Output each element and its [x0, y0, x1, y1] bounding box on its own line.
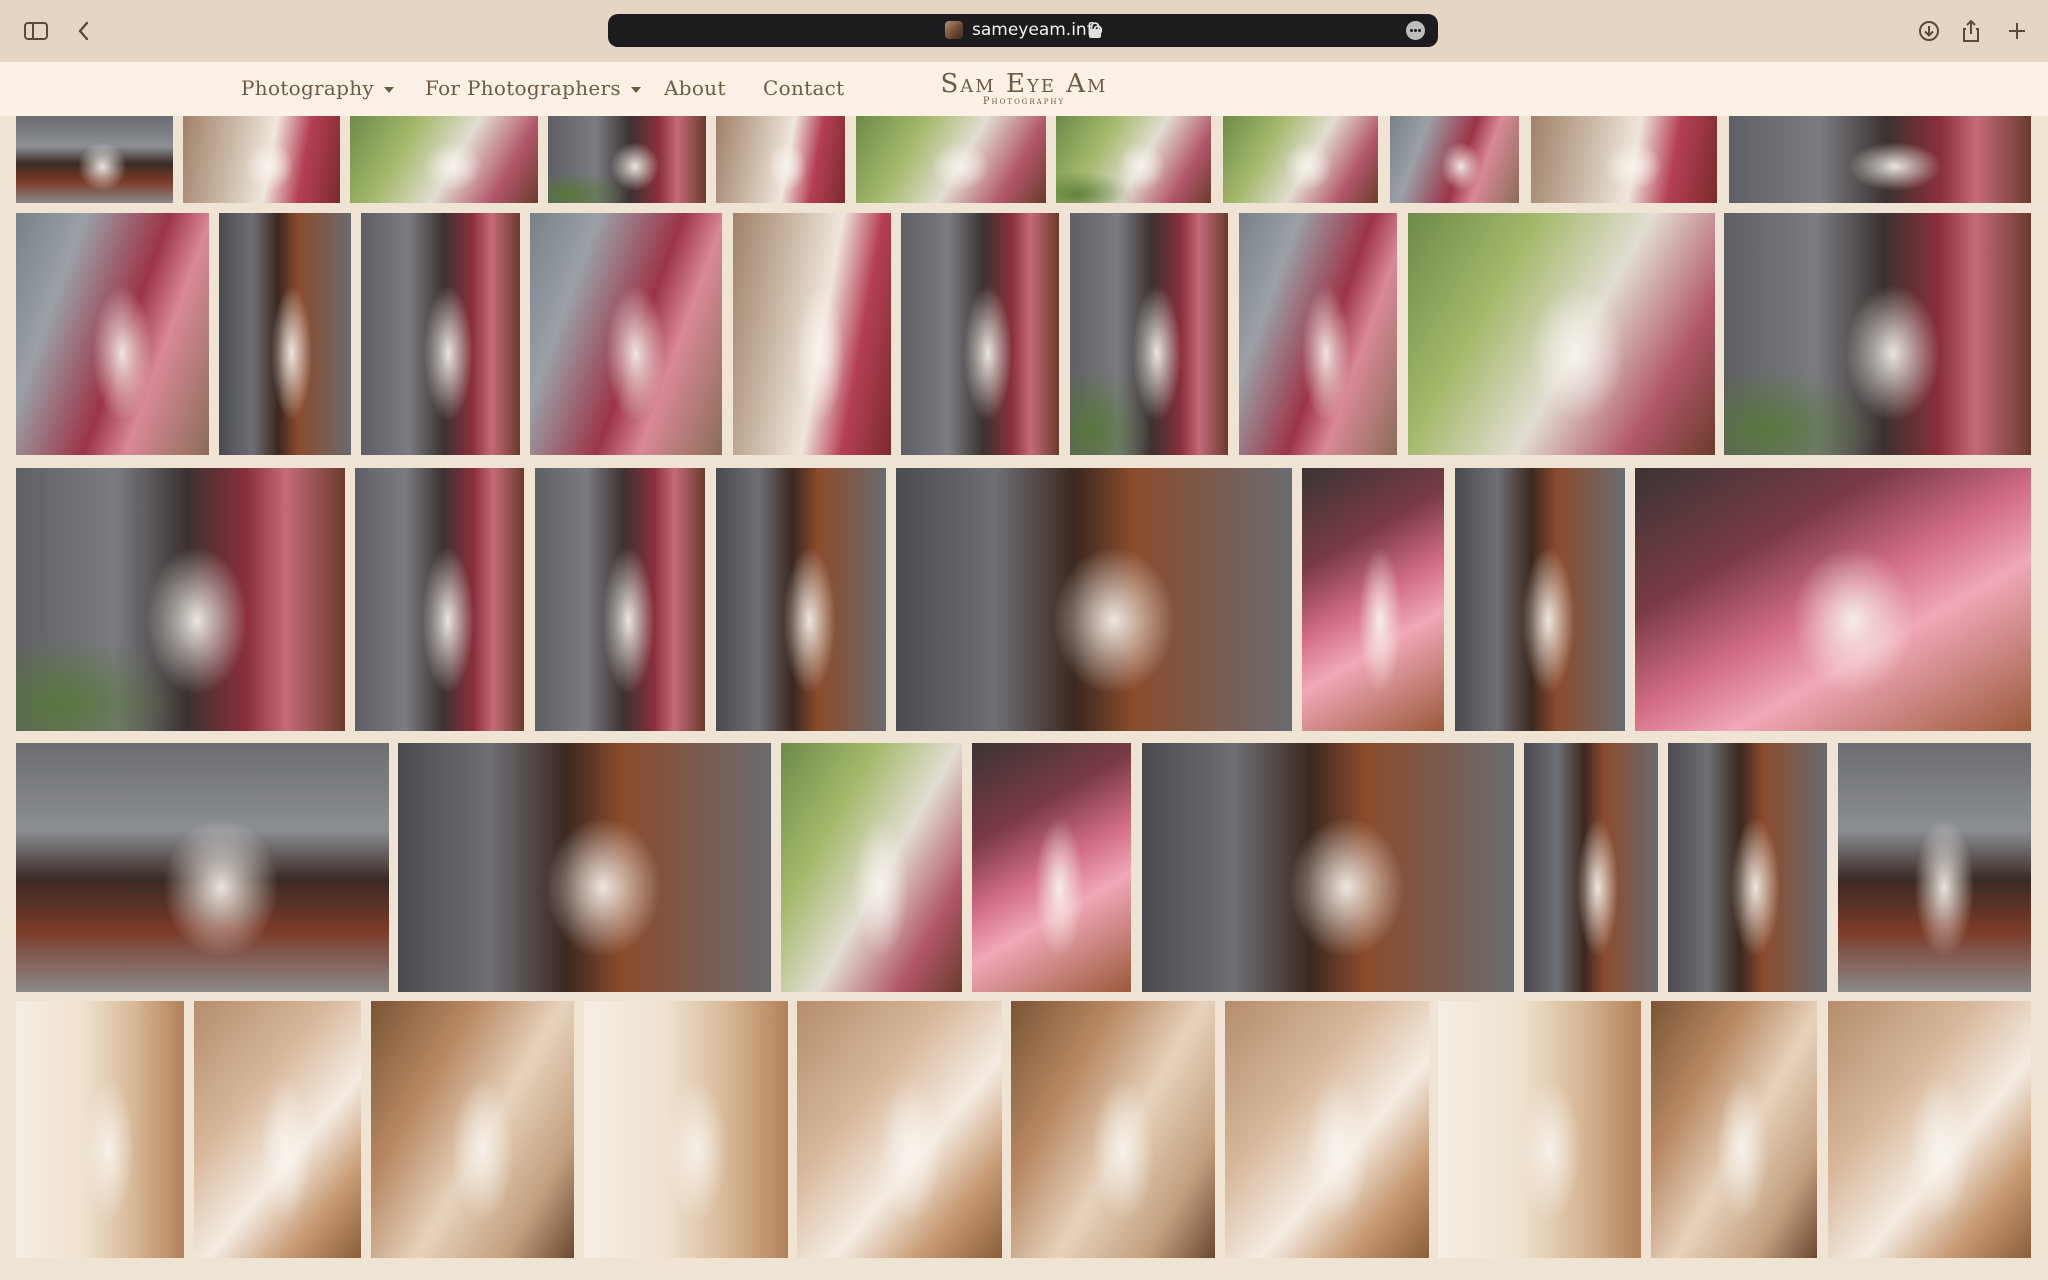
gallery-photo[interactable] [530, 213, 722, 455]
site-logo[interactable]: Sam Eye Am Photography [920, 69, 1128, 107]
gallery-photo[interactable] [972, 743, 1131, 992]
more-icon[interactable] [1406, 21, 1425, 40]
gallery-photo[interactable] [1223, 116, 1378, 203]
gallery-photo[interactable] [371, 1001, 574, 1258]
share-icon[interactable] [1957, 17, 1985, 45]
gallery-photo[interactable] [1651, 1001, 1817, 1258]
gallery-photo[interactable] [896, 468, 1292, 731]
gallery-photo[interactable] [194, 1001, 361, 1258]
gallery-photo[interactable] [1070, 213, 1228, 455]
caret-down-icon [384, 86, 395, 93]
caret-down-icon [630, 86, 641, 93]
gallery-photo[interactable] [856, 116, 1046, 203]
gallery-photo[interactable] [716, 468, 886, 731]
gallery-photo[interactable] [1225, 1001, 1429, 1258]
url-text: sameyeam.info [972, 20, 1104, 40]
logo-title: Sam Eye Am [940, 69, 1108, 99]
gallery-photo[interactable] [16, 743, 389, 992]
gallery-photo[interactable] [1302, 468, 1444, 731]
nav-for-photographers-label: For Photographers [425, 76, 621, 100]
nav-contact[interactable]: Contact [763, 76, 845, 100]
gallery-photo[interactable] [1142, 743, 1514, 992]
gallery-photo[interactable] [16, 1001, 184, 1258]
nav-about[interactable]: About [664, 76, 726, 100]
gallery-photo[interactable] [1390, 116, 1519, 203]
nav-for-photographers[interactable]: For Photographers [425, 76, 641, 100]
gallery-photo[interactable] [584, 1001, 788, 1258]
nav-photography[interactable]: Photography [241, 76, 395, 100]
nav-photography-label: Photography [241, 76, 375, 100]
gallery-photo[interactable] [361, 213, 520, 455]
gallery-photo[interactable] [733, 213, 891, 455]
gallery-photo[interactable] [1729, 116, 2031, 203]
gallery-photo[interactable] [1524, 743, 1658, 992]
gallery-photo[interactable] [1635, 468, 2031, 731]
back-arrow-icon[interactable] [70, 17, 98, 45]
gallery-photo[interactable] [16, 213, 209, 455]
plus-icon[interactable] [2003, 17, 2031, 45]
gallery-photo[interactable] [1408, 213, 1715, 455]
gallery-photo[interactable] [398, 743, 771, 992]
gallery-photo[interactable] [797, 1001, 1002, 1258]
gallery-photo[interactable] [16, 116, 173, 203]
gallery-photo[interactable] [1438, 1001, 1641, 1258]
gallery-photo[interactable] [901, 213, 1059, 455]
gallery-photo[interactable] [535, 468, 705, 731]
download-icon[interactable] [1915, 17, 1943, 45]
site-navigation: Photography For Photographers About Cont… [0, 62, 2048, 116]
gallery-photo[interactable] [1455, 468, 1625, 731]
gallery-photo[interactable] [548, 116, 706, 203]
gallery-photo[interactable] [1056, 116, 1211, 203]
photo-gallery [0, 116, 2048, 1280]
gallery-photo[interactable] [716, 116, 845, 203]
sidebar-toggle-icon[interactable] [22, 17, 50, 45]
gallery-photo[interactable] [1239, 213, 1397, 455]
gallery-photo[interactable] [1668, 743, 1827, 992]
gallery-photo[interactable] [16, 468, 345, 731]
address-bar[interactable]: sameyeam.info [608, 14, 1438, 47]
gallery-photo[interactable] [219, 213, 351, 455]
gallery-photo[interactable] [781, 743, 962, 992]
gallery-photo[interactable] [1828, 1001, 2031, 1258]
gallery-photo[interactable] [1531, 116, 1717, 203]
gallery-photo[interactable] [350, 116, 538, 203]
gallery-photo[interactable] [1011, 1001, 1215, 1258]
gallery-photo[interactable] [355, 468, 524, 731]
gallery-photo[interactable] [1838, 743, 2031, 992]
gallery-photo[interactable] [183, 116, 340, 203]
site-favicon-icon [945, 21, 963, 39]
gallery-photo[interactable] [1724, 213, 2031, 455]
browser-toolbar: sameyeam.info [0, 0, 2048, 63]
lock-icon [1089, 22, 1101, 38]
